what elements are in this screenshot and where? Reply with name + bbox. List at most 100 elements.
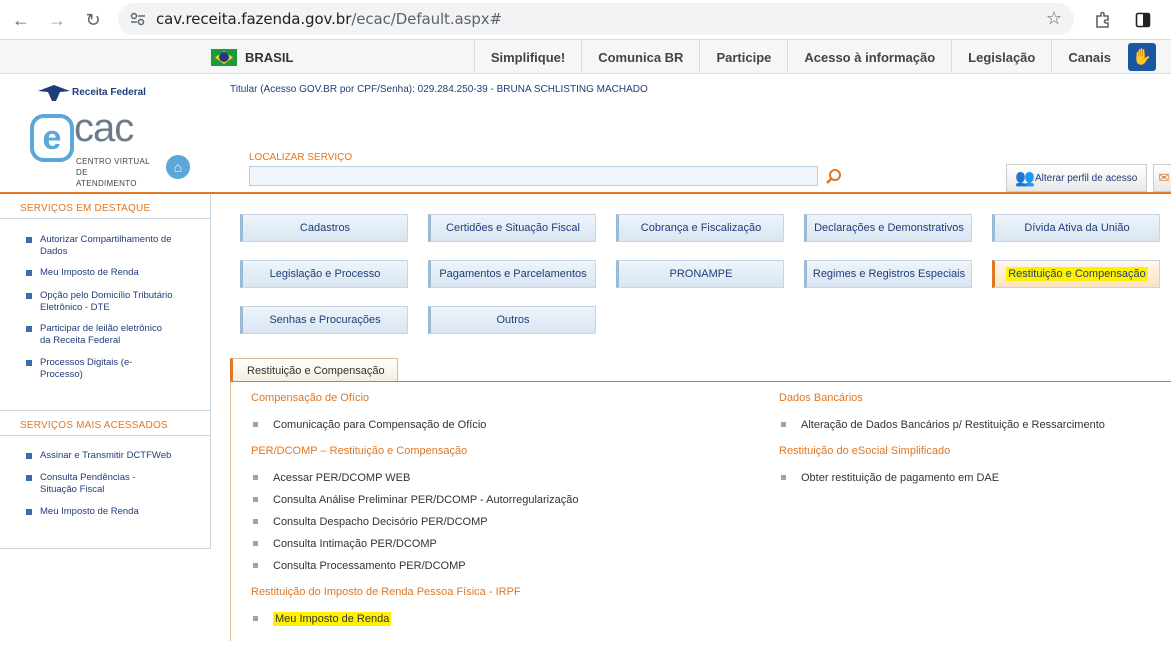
link-meu-imposto-renda[interactable]: Meu Imposto de Renda [253,612,392,626]
brazil-flag-icon [211,49,237,66]
extensions-icon[interactable] [1090,7,1116,33]
menu-divida-ativa[interactable]: Dívida Ativa da União [992,214,1160,242]
sidebar-item-dctfweb[interactable]: Assinar e Transmitir DCTFWeb [26,450,186,462]
sidebar-item-label: Situação Fiscal [40,484,105,495]
sidebar-item-label: Opção pelo Domicílio Tributário [40,290,173,301]
site-settings-icon[interactable] [128,9,148,29]
sidebar-divider [0,435,210,436]
menu-pronampe[interactable]: PRONAMPE [616,260,784,288]
gov-link-comunica[interactable]: Comunica BR [581,40,699,74]
gov-links: Simplifique! Comunica BR Participe Acess… [473,40,1127,74]
titular-info: Titular (Acesso GOV.BR por CPF/Senha): 0… [230,84,648,95]
menu-outros[interactable]: Outros [428,306,596,334]
menu-pagamentos[interactable]: Pagamentos e Parcelamentos [428,260,596,288]
menu-declaracoes[interactable]: Declarações e Demonstrativos [804,214,972,242]
menu-senhas[interactable]: Senhas e Procurações [240,306,408,334]
vlibras-hands-icon[interactable]: ✋ [1128,43,1156,71]
search-input[interactable] [249,166,818,186]
search-icon[interactable] [825,168,843,186]
link-alteracao-dados-bancarios[interactable]: Alteração de Dados Bancários p/ Restitui… [781,419,1105,431]
section-irpf: Restituição do Imposto de Renda Pessoa F… [251,586,521,598]
sidebar-item-label: Autorizar Compartilhamento de [40,234,172,245]
back-arrow-icon[interactable]: ← [8,7,34,33]
users-icon: 👥 [1015,170,1035,187]
sidebar-item-meu-imposto[interactable]: Meu Imposto de Renda [26,267,186,279]
bullet-icon [26,360,32,366]
sidebar-item-pendencias[interactable]: Consulta Pendências - Situação Fiscal [26,472,186,496]
side-panel-icon[interactable] [1130,7,1156,33]
link-label: Obter restituição de pagamento em DAE [801,472,1000,484]
link-acessar-perdcomp[interactable]: Acessar PER/DCOMP WEB [253,472,411,484]
sidebar-item-label: Eletrônico - DTE [40,302,110,313]
brasil-label[interactable]: BRASIL [245,50,293,65]
bullet-icon [253,519,258,524]
ecac-sub-line1: CENTRO VIRTUAL [76,157,150,166]
gov-link-legislacao[interactable]: Legislação [951,40,1051,74]
alterar-perfil-button[interactable]: 👥 Alterar perfil de acesso [1006,164,1147,192]
search-label: LOCALIZAR SERVIÇO [249,152,353,163]
sidebar-item-compartilhamento[interactable]: Autorizar Compartilhamento de Dados [26,234,186,258]
link-processamento[interactable]: Consulta Processamento PER/DCOMP [253,560,466,572]
menu-cobranca[interactable]: Cobrança e Fiscalização [616,214,784,242]
sidebar-item-label: Meu Imposto de Renda [40,506,139,517]
sidebar-item-dte[interactable]: Opção pelo Domicílio Tributário Eletrônic… [26,290,186,314]
bullet-icon [253,541,258,546]
featured-services-title: SERVIÇOS EM DESTAQUE [20,203,151,214]
section-compensacao-oficio: Compensação de Ofício [251,392,370,404]
gov-bar: BRASIL Simplifique! Comunica BR Particip… [0,40,1171,74]
browser-toolbar: ← → ↻ cav.receita.fazenda.gov.br/ecac/De… [0,0,1171,40]
link-label: Alteração de Dados Bancários p/ Restitui… [801,419,1105,431]
bullet-icon [26,293,32,299]
ecac-logo-cac: cac [74,106,134,150]
gov-link-acesso-informacao[interactable]: Acesso à informação [787,40,951,74]
menu-certidoes[interactable]: Certidões e Situação Fiscal [428,214,596,242]
bullet-icon [781,475,786,480]
bullet-icon [26,509,32,515]
link-despacho-decisorio[interactable]: Consulta Despacho Decisório PER/DCOMP [253,516,488,528]
link-label: Consulta Análise Preliminar PER/DCOMP - … [273,494,579,506]
receita-eagle-icon [38,85,70,101]
home-icon[interactable]: ⌂ [166,155,190,179]
link-comunicacao-compensacao[interactable]: Comunicação para Compensação de Ofício [253,419,487,431]
link-label: Acessar PER/DCOMP WEB [273,472,411,484]
bullet-icon [253,422,258,427]
link-label: Comunicação para Compensação de Ofício [273,419,487,431]
forward-arrow-icon[interactable]: → [44,7,70,33]
ecac-logo[interactable]: e cac CENTRO VIRTUAL DE ATENDIMENTO [30,106,150,188]
menu-regimes[interactable]: Regimes e Registros Especiais [804,260,972,288]
bullet-icon [253,563,258,568]
gov-link-canais[interactable]: Canais [1051,40,1127,74]
gov-link-simplifique[interactable]: Simplifique! [473,40,581,74]
menu-cadastros[interactable]: Cadastros [240,214,408,242]
gov-link-participe[interactable]: Participe [699,40,787,74]
link-intimacao[interactable]: Consulta Intimação PER/DCOMP [253,538,437,550]
most-accessed-title: SERVIÇOS MAIS ACESSADOS [20,420,168,431]
menu-restituicao[interactable]: Restituição e Compensação [992,260,1160,288]
sidebar-item-label: Participar de leilão eletrônico [40,323,162,334]
link-obter-restituicao-dae[interactable]: Obter restituição de pagamento em DAE [781,472,1000,484]
sidebar-item-label: da Receita Federal [40,335,121,346]
link-label: Meu Imposto de Renda [273,612,392,626]
sidebar-item-meu-imposto-2[interactable]: Meu Imposto de Renda [26,506,186,518]
address-bar[interactable]: cav.receita.fazenda.gov.br/ecac/Default.… [118,3,1074,35]
ecac-logo-subtitle: CENTRO VIRTUAL DE ATENDIMENTO [76,156,150,189]
bookmark-star-icon[interactable]: ☆ [1046,8,1062,29]
bullet-icon [26,270,32,276]
reload-icon[interactable]: ↻ [80,7,106,33]
url-text: cav.receita.fazenda.gov.br/ecac/Default.… [156,10,502,28]
url-path: /ecac/Default.aspx# [351,10,502,28]
section-esocial: Restituição do eSocial Simplificado [779,445,951,457]
bullet-icon [253,497,258,502]
link-label: Consulta Intimação PER/DCOMP [273,538,437,550]
mail-icon[interactable]: ✉ [1153,164,1171,192]
tab-restituicao[interactable]: Restituição e Compensação [230,358,398,382]
sidebar-item-leilao[interactable]: Participar de leilão eletrônico da Receit… [26,323,186,347]
link-analise-preliminar[interactable]: Consulta Análise Preliminar PER/DCOMP - … [253,494,579,506]
sidebar-bottom-border [0,548,211,549]
section-perdcomp: PER/DCOMP – Restituição e Compensação [251,445,468,457]
alterar-perfil-label: Alterar perfil de acesso [1035,172,1138,184]
menu-legislacao[interactable]: Legislação e Processo [240,260,408,288]
sidebar-item-eprocesso[interactable]: Processos Digitais (e- Processo) [26,357,186,381]
bullet-icon [253,475,258,480]
ecac-sub-line2: DE ATENDIMENTO [76,168,137,188]
